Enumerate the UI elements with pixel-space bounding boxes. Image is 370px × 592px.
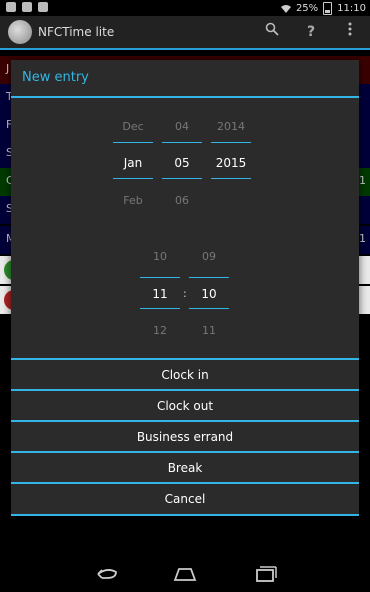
notification-icon <box>38 2 48 12</box>
time-separator: : <box>183 287 187 300</box>
navigation-bar <box>0 556 370 592</box>
status-time: 11:10 <box>337 3 366 14</box>
home-icon[interactable] <box>170 564 200 584</box>
back-icon[interactable] <box>92 564 122 584</box>
wifi-icon <box>280 4 291 13</box>
picker-divider <box>162 178 202 179</box>
minute-prev[interactable]: 09 <box>189 250 229 263</box>
month-prev[interactable]: Dec <box>113 120 153 133</box>
hour-selected[interactable]: 11 <box>140 287 180 301</box>
break-button[interactable]: Break <box>11 451 359 483</box>
day-picker[interactable]: 04 05 06 <box>162 110 202 220</box>
notification-icon <box>22 2 32 12</box>
day-next[interactable]: 06 <box>162 194 202 207</box>
recent-apps-icon[interactable] <box>250 564 280 584</box>
day-selected[interactable]: 05 <box>162 156 202 170</box>
year-prev[interactable]: 2014 <box>211 120 251 133</box>
month-selected[interactable]: Jan <box>113 156 153 170</box>
new-entry-dialog: New entry Dec Jan Feb 04 05 06 2014 2015… <box>11 60 359 516</box>
picker-divider <box>189 277 229 278</box>
picker-divider <box>189 308 229 309</box>
list-item-label: J <box>6 62 10 75</box>
day-prev[interactable]: 04 <box>162 120 202 133</box>
minute-next[interactable]: 11 <box>189 324 229 337</box>
business-errand-button[interactable]: Business errand <box>11 420 359 452</box>
hour-prev[interactable]: 10 <box>140 250 180 263</box>
picker-divider <box>211 142 251 143</box>
list-item-count: 1 <box>359 232 366 245</box>
hour-next[interactable]: 12 <box>140 324 180 337</box>
search-icon[interactable] <box>262 22 282 42</box>
picker-divider <box>113 142 153 143</box>
overflow-icon[interactable] <box>340 22 360 42</box>
app-logo-icon[interactable] <box>8 20 32 44</box>
hour-picker[interactable]: 10 11 12 <box>140 240 180 350</box>
clock-out-button[interactable]: Clock out <box>11 389 359 421</box>
month-next[interactable]: Feb <box>113 194 153 207</box>
year-selected[interactable]: 2015 <box>211 156 251 170</box>
cancel-button[interactable]: Cancel <box>11 482 359 516</box>
app-title: NFCTime lite <box>38 25 115 39</box>
battery-percent: 25% <box>295 3 319 14</box>
action-bar: NFCTime lite ? <box>0 16 370 50</box>
picker-divider <box>140 277 180 278</box>
picker-divider <box>162 142 202 143</box>
year-picker[interactable]: 2014 2015 <box>211 110 251 220</box>
help-icon[interactable]: ? <box>301 22 321 42</box>
notification-icon <box>6 2 16 12</box>
clock-in-button[interactable]: Clock in <box>11 358 359 390</box>
dialog-divider <box>11 96 359 98</box>
picker-divider <box>211 178 251 179</box>
list-item-count: 1 <box>359 174 366 187</box>
picker-divider <box>113 178 153 179</box>
status-bar: 25% 11:10 <box>0 0 370 16</box>
picker-divider <box>140 308 180 309</box>
minute-selected[interactable]: 10 <box>189 287 229 301</box>
month-picker[interactable]: Dec Jan Feb <box>113 110 153 220</box>
dialog-title: New entry <box>22 70 89 85</box>
battery-icon <box>323 2 333 15</box>
minute-picker[interactable]: 09 10 11 <box>189 240 229 350</box>
